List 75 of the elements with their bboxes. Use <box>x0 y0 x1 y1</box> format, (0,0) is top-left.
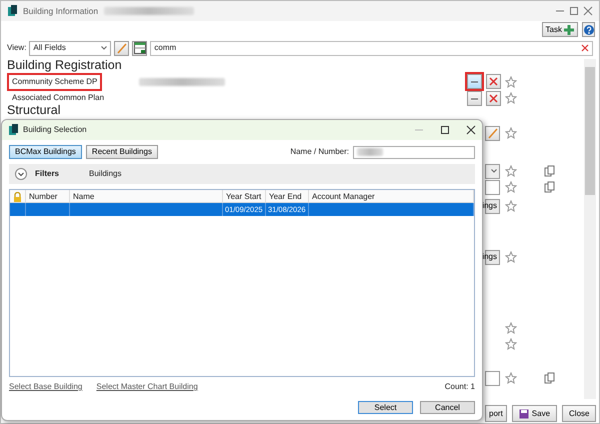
column-header[interactable]: Number <box>26 190 70 203</box>
copy-icon[interactable] <box>544 165 555 177</box>
view-dropdown[interactable]: All Fields <box>29 40 112 56</box>
app-logo-icon <box>7 5 17 17</box>
input-field[interactable] <box>485 370 500 386</box>
link[interactable]: Select Base Building <box>9 381 82 393</box>
footer-button[interactable]: port <box>485 405 507 422</box>
star-icon[interactable] <box>505 338 517 350</box>
name-number-label: Name / Number: <box>290 146 349 158</box>
column-header[interactable]: Account Manager <box>309 190 474 203</box>
grid-button[interactable] <box>132 40 148 56</box>
chevron-down-icon[interactable] <box>15 168 27 180</box>
help-button[interactable] <box>582 22 595 37</box>
link[interactable]: Select Master Chart Building <box>96 381 198 393</box>
copy-icon[interactable] <box>544 372 555 384</box>
star-icon[interactable] <box>505 165 517 177</box>
field-label: Community Scheme DP <box>7 72 102 90</box>
input-field[interactable] <box>485 180 500 194</box>
tab[interactable]: BCMax Buildings <box>9 145 82 159</box>
field-label: Associated Common Plan <box>11 92 106 104</box>
ellipsis-icon <box>471 80 478 83</box>
task-button[interactable]: Task <box>542 22 578 37</box>
redaction-bar <box>357 148 383 156</box>
star-icon[interactable] <box>505 251 517 263</box>
maximize-icon[interactable] <box>440 125 450 135</box>
pencil-icon <box>486 126 498 140</box>
footer-button[interactable]: Close <box>562 405 596 422</box>
name-number-field[interactable] <box>353 146 475 158</box>
save-button[interactable]: Save <box>512 405 558 422</box>
browse-button[interactable]: ings <box>485 198 500 214</box>
app-logo-icon <box>8 124 18 136</box>
column-header[interactable]: Year End <box>266 190 309 203</box>
tab[interactable]: Recent Buildings <box>86 145 158 159</box>
view-label: View: <box>7 42 26 54</box>
cancel-button[interactable]: Cancel <box>420 401 475 414</box>
browse-button[interactable] <box>467 90 482 106</box>
column-header[interactable]: Name <box>70 190 223 203</box>
chevron-down-icon <box>491 169 497 173</box>
clear-button[interactable] <box>486 74 501 89</box>
copy-icon[interactable] <box>544 181 555 193</box>
star-icon[interactable] <box>505 127 517 139</box>
section-heading: Building Registration <box>6 58 123 72</box>
clear-icon[interactable] <box>581 44 589 52</box>
star-icon[interactable] <box>505 200 517 212</box>
pencil-icon <box>116 42 128 54</box>
count-label: Count: 1 <box>444 381 475 393</box>
dropdown-field[interactable] <box>485 164 500 178</box>
star-icon[interactable] <box>505 92 517 104</box>
edit-button[interactable] <box>485 126 500 140</box>
clear-button[interactable] <box>486 90 501 106</box>
window-title: Building Information <box>23 4 98 18</box>
star-icon[interactable] <box>505 181 517 193</box>
delete-icon <box>488 76 499 87</box>
dialog-title: Building Selection <box>23 124 87 136</box>
star-icon[interactable] <box>505 76 517 88</box>
table-icon <box>134 42 146 54</box>
help-icon <box>584 24 594 34</box>
browse-button[interactable] <box>467 74 482 89</box>
filters-toggle[interactable]: Filters <box>35 168 60 180</box>
chevron-down-icon <box>101 46 108 50</box>
star-icon[interactable] <box>505 372 517 384</box>
plus-icon <box>564 24 574 34</box>
ellipsis-icon <box>471 96 478 100</box>
filter-scope-label: Buildings <box>89 168 122 180</box>
star-icon[interactable] <box>505 322 517 334</box>
scrollbar-thumb[interactable] <box>585 67 595 195</box>
search-field[interactable]: comm <box>150 40 593 56</box>
browse-button[interactable]: ings <box>485 250 500 264</box>
column-header[interactable]: Year Start <box>223 190 266 203</box>
select-button[interactable]: Select <box>358 401 413 414</box>
section-heading: Structural <box>6 103 62 117</box>
close-icon[interactable] <box>466 125 476 135</box>
scrollbar[interactable] <box>584 59 596 399</box>
lock-icon <box>13 192 22 202</box>
delete-icon <box>488 92 499 104</box>
